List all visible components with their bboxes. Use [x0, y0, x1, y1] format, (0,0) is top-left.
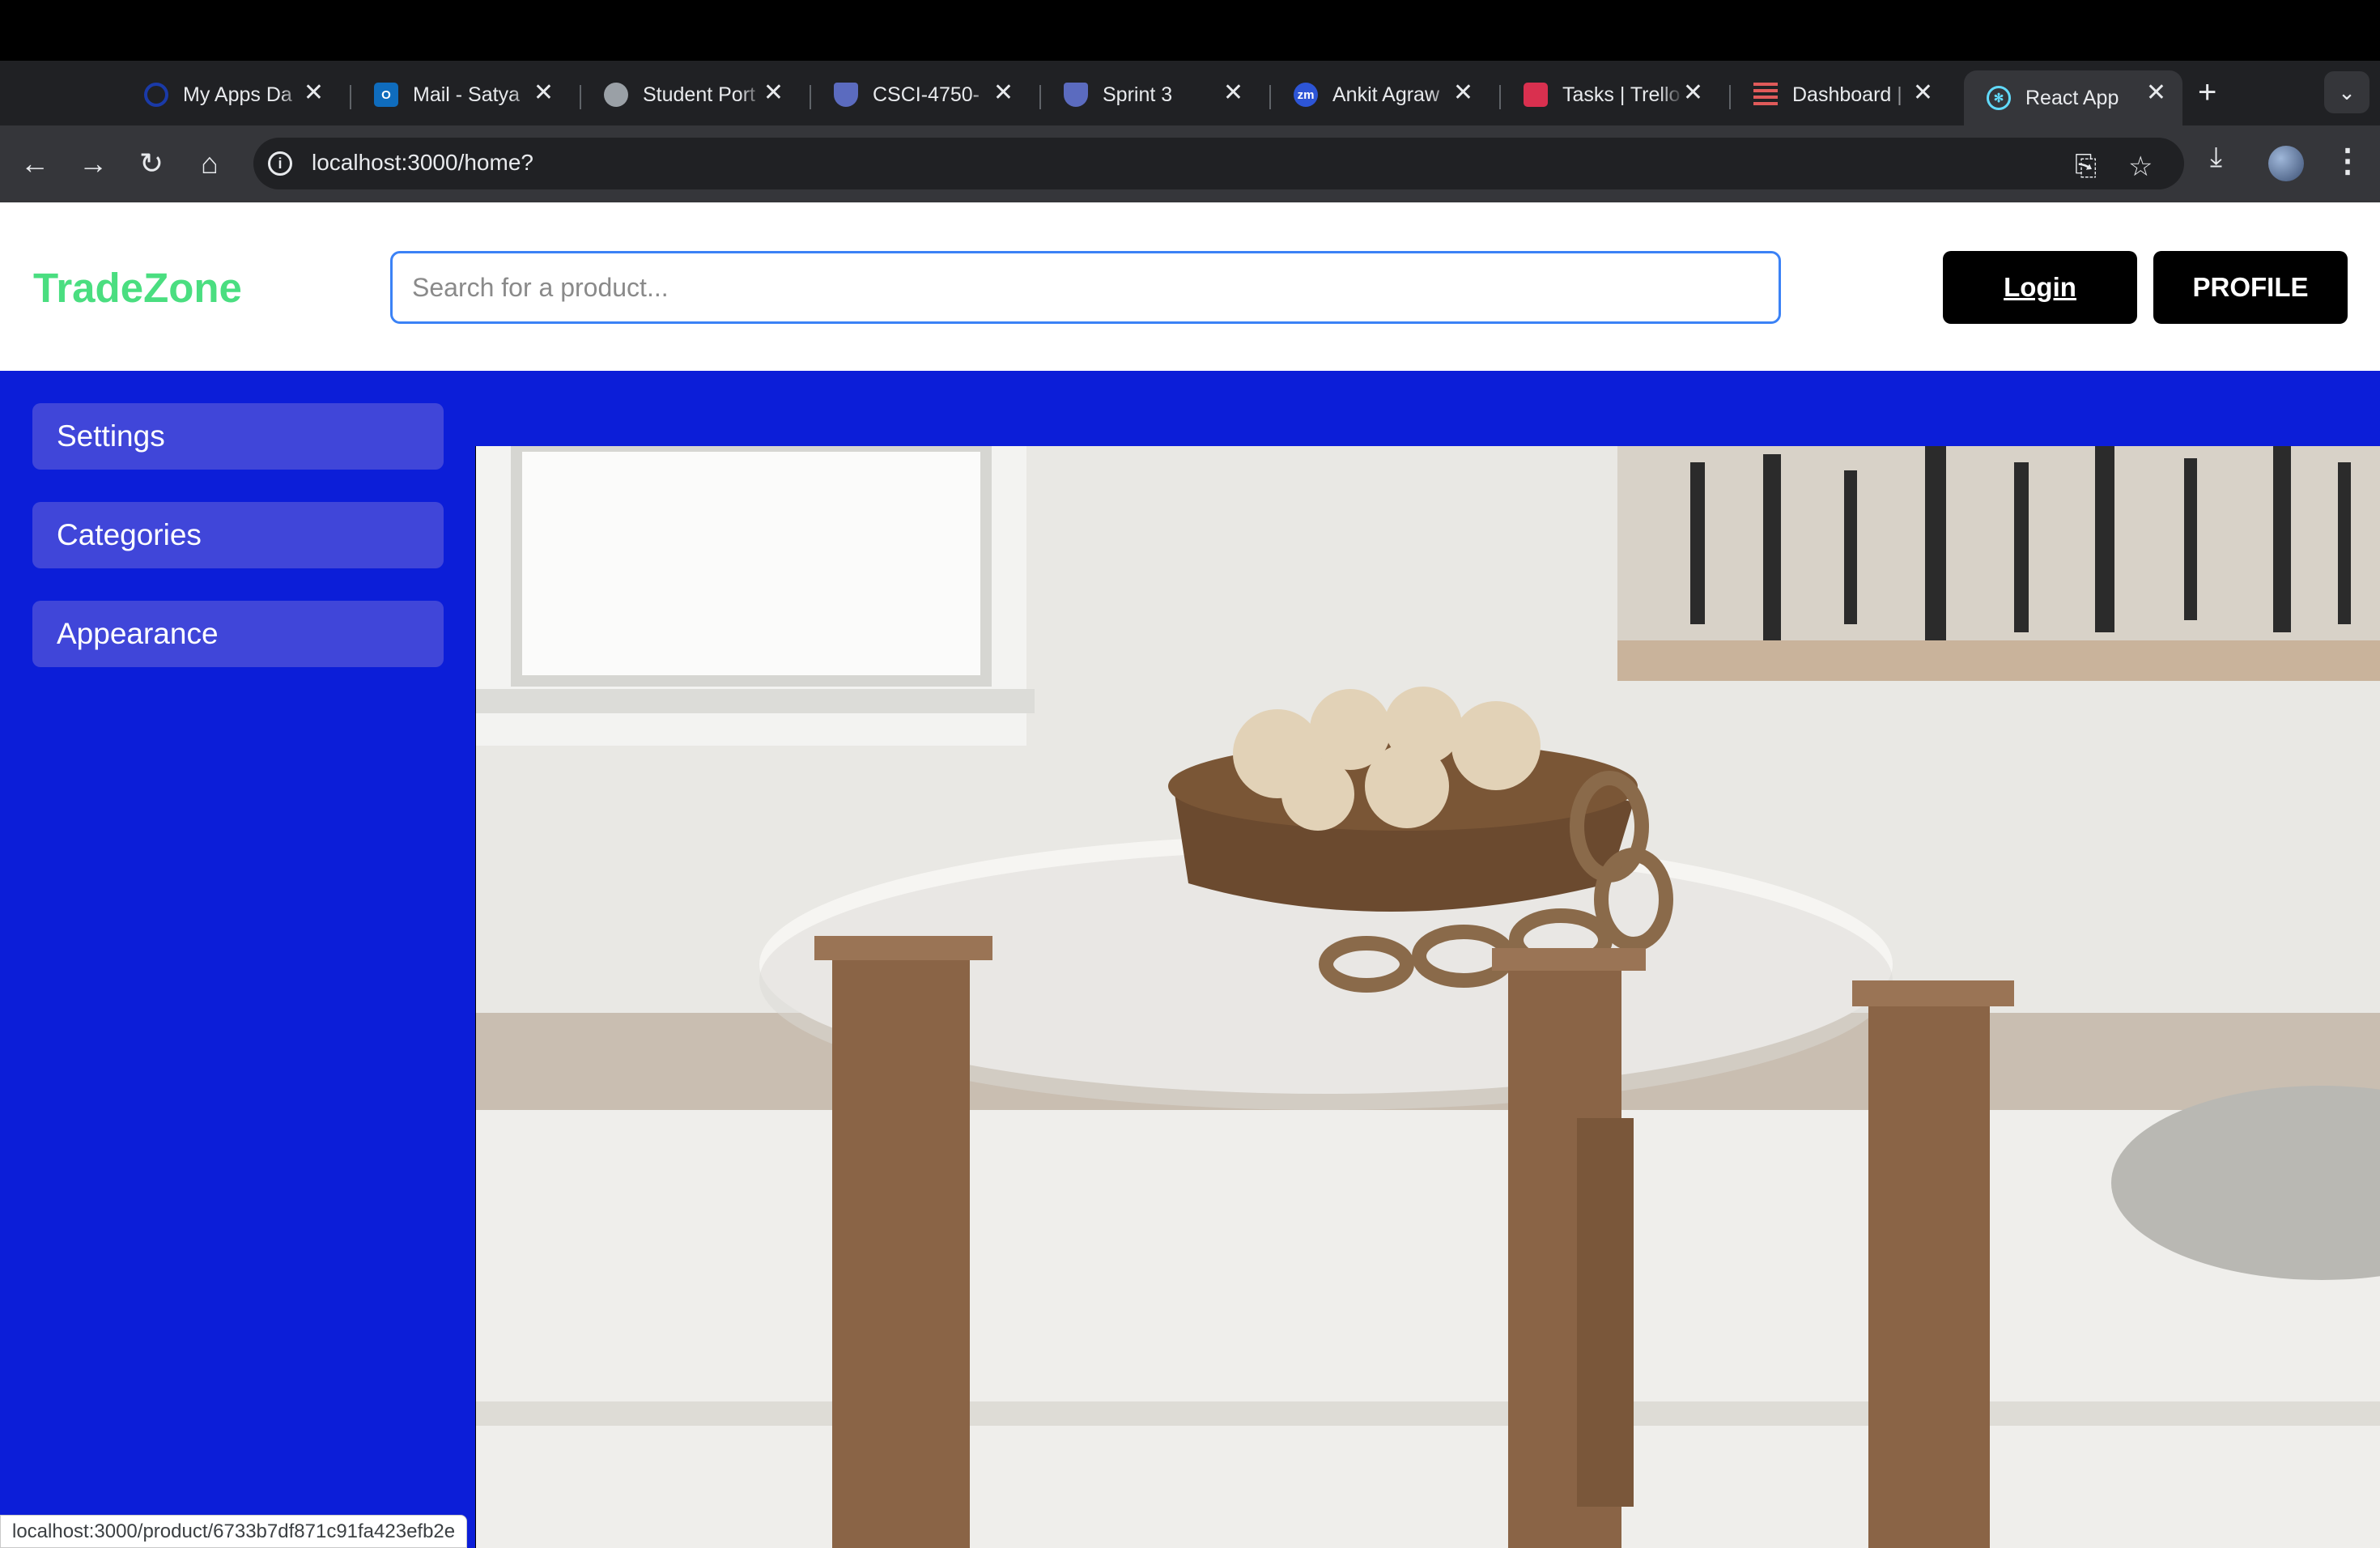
- product-image[interactable]: [476, 446, 2380, 1548]
- trello-icon: [1524, 83, 1548, 107]
- tab-label: Mail - Satya: [413, 83, 520, 106]
- tab-zoom[interactable]: zm Ankit Agraw ✕: [1271, 70, 1490, 119]
- profile-button[interactable]: PROFILE: [2153, 251, 2348, 324]
- profile-avatar[interactable]: [2268, 146, 2304, 181]
- outlook-icon: O: [374, 83, 398, 107]
- menu-bar: [0, 0, 2380, 61]
- link-status-bar: localhost:3000/product/6733b7df871c91fa4…: [0, 1515, 468, 1548]
- tab-mail[interactable]: O Mail - Satya ✕: [351, 70, 570, 119]
- close-icon[interactable]: ✕: [533, 79, 554, 107]
- sidebar-item-appearance[interactable]: Appearance: [32, 601, 444, 667]
- arrow-left-icon: ←: [20, 147, 49, 180]
- info-icon[interactable]: i: [268, 151, 292, 176]
- okta-icon: [144, 83, 168, 107]
- globe-icon: [604, 83, 628, 107]
- content-banner: [475, 371, 2380, 446]
- tab-sprint[interactable]: Sprint 3 ✕: [1041, 70, 1260, 119]
- tab-student-portal[interactable]: Student Port ✕: [581, 70, 800, 119]
- tab-label: Tasks | Trello: [1562, 83, 1681, 106]
- tab-label: Ankit Agraw: [1332, 83, 1440, 106]
- sidebar: Settings Categories Appearance: [0, 371, 475, 1548]
- login-button[interactable]: Login: [1943, 251, 2137, 324]
- dashboard-icon: [1753, 83, 1778, 107]
- react-icon: ✻: [1987, 86, 2011, 110]
- tab-label: Student Port: [643, 83, 755, 106]
- tab-strip: My Apps Da ✕ O Mail - Satya ✕ Student Po…: [0, 61, 2380, 125]
- tab-search-button[interactable]: ⌄: [2324, 71, 2369, 113]
- app-header: TradeZone Login PROFILE: [0, 202, 2380, 371]
- tab-dashboard[interactable]: Dashboard | ✕: [1731, 70, 1949, 119]
- close-icon[interactable]: ✕: [1223, 79, 1243, 107]
- close-icon[interactable]: ✕: [1913, 79, 1933, 107]
- search-input[interactable]: [390, 251, 1781, 324]
- reload-icon: ↻: [138, 147, 164, 180]
- tab-label: React App: [2025, 86, 2119, 109]
- sidebar-item-settings[interactable]: Settings: [32, 403, 444, 470]
- install-app-icon[interactable]: ⎘: [2075, 151, 2097, 182]
- download-icon[interactable]: ⤓: [2210, 142, 2222, 173]
- close-icon[interactable]: ✕: [993, 79, 1014, 107]
- tab-label: My Apps Da: [183, 83, 292, 106]
- url-text[interactable]: localhost:3000/home?: [312, 150, 533, 176]
- home-icon: ⌂: [201, 147, 219, 180]
- reload-button[interactable]: ↻: [131, 143, 172, 184]
- tab-label: CSCI-4750-: [873, 83, 980, 106]
- chevron-down-icon: ⌄: [2338, 79, 2356, 104]
- bookmark-star-icon[interactable]: ☆: [2128, 151, 2153, 183]
- close-icon[interactable]: ✕: [763, 79, 784, 107]
- tab-csci[interactable]: CSCI-4750- ✕: [811, 70, 1030, 119]
- arrow-right-icon: →: [79, 147, 108, 180]
- browser-toolbar: ← → ↻ ⌂ i localhost:3000/home? ⎘ ☆ ⤓: [0, 125, 2380, 202]
- tab-react-app[interactable]: ✻ React App ✕: [1964, 70, 2182, 125]
- close-icon[interactable]: ✕: [1453, 79, 1473, 107]
- shield-icon: [834, 83, 858, 107]
- zoom-icon: zm: [1294, 83, 1318, 107]
- brand-logo[interactable]: TradeZone: [33, 264, 242, 312]
- tab-trello[interactable]: Tasks | Trello ✕: [1501, 70, 1719, 119]
- address-bar[interactable]: i localhost:3000/home? ⎘ ☆: [253, 138, 2184, 189]
- tab-my-apps[interactable]: My Apps Da ✕: [121, 70, 340, 119]
- close-icon[interactable]: ✕: [1683, 79, 1703, 107]
- back-button[interactable]: ←: [15, 143, 55, 184]
- shield-icon: [1064, 83, 1088, 107]
- close-icon[interactable]: ✕: [2146, 79, 2166, 107]
- sidebar-item-categories[interactable]: Categories: [32, 502, 444, 568]
- tab-label: Dashboard |: [1792, 83, 1902, 106]
- new-tab-button[interactable]: +: [2198, 74, 2216, 111]
- tab-label: Sprint 3: [1103, 83, 1173, 106]
- coffee-table-photo: [476, 446, 2380, 1548]
- home-button[interactable]: ⌂: [189, 143, 230, 184]
- more-menu-icon[interactable]: ⋮: [2331, 142, 2364, 180]
- close-icon[interactable]: ✕: [304, 79, 324, 107]
- forward-button[interactable]: →: [73, 143, 113, 184]
